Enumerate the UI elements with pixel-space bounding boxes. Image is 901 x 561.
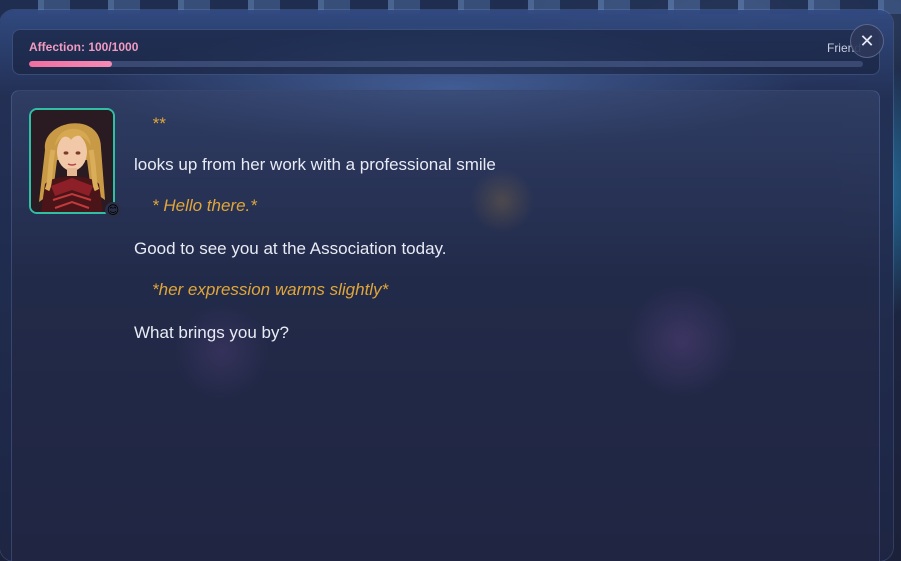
message-line-speech: Good to see you at the Association today… (134, 239, 447, 258)
dialogue-screen: Affection: 100/1000 Friend ✕ 😊 ** looks … (0, 0, 901, 561)
message-line-action: *her expression warms slightly* (152, 280, 389, 299)
affection-meter: Affection: 100/1000 Friend (12, 29, 880, 75)
message-area: 😊 ** looks up from her work with a profe… (11, 90, 880, 561)
affection-progress-fill (29, 61, 113, 67)
close-button[interactable]: ✕ (850, 24, 884, 58)
affection-progress-track (29, 61, 863, 67)
close-icon: ✕ (859, 30, 875, 51)
character-portrait-icon (31, 110, 113, 212)
character-avatar[interactable] (29, 108, 115, 214)
mood-emoji-icon: 😊 (105, 202, 121, 218)
message-line-speech: looks up from her work with a profession… (134, 155, 496, 174)
affection-label: Affection: 100/1000 (29, 40, 139, 54)
message-line-action: * Hello there.* (152, 196, 257, 215)
message-line-action: ** (152, 114, 166, 133)
message-line-speech: What brings you by? (134, 323, 289, 342)
